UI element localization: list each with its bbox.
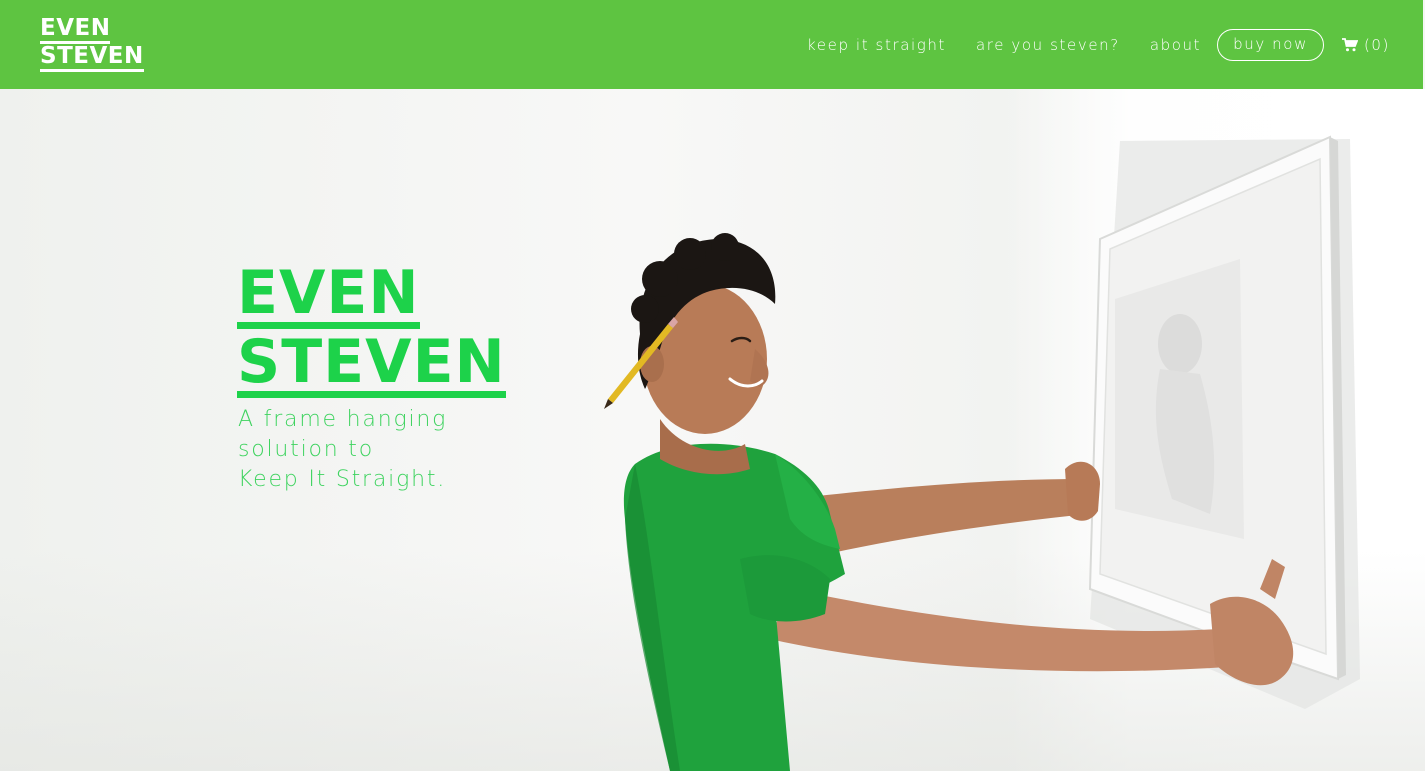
site-logo[interactable]: EVEN STEVEN xyxy=(40,16,144,72)
logo-line-steven: STEVEN xyxy=(40,44,144,72)
cart-link[interactable]: (0) xyxy=(1341,29,1390,61)
tagline-line-1: A frame hanging xyxy=(238,407,448,432)
logo-line-even: EVEN xyxy=(40,16,111,44)
nav-link-keep-it-straight[interactable]: keep it straight xyxy=(807,29,946,61)
nav-link-are-you-steven[interactable]: are you steven? xyxy=(976,29,1120,61)
top-navigation-bar: EVEN STEVEN keep it straight are you ste… xyxy=(0,0,1423,89)
tagline-line-3: Keep It Straight. xyxy=(238,467,447,492)
hero-tagline: A frame hanging solution to Keep It Stra… xyxy=(238,405,447,495)
shopping-cart-icon xyxy=(1341,38,1358,52)
hero-image-man-hanging-frame xyxy=(604,135,1360,771)
main-nav: keep it straight are you steven? about b… xyxy=(777,29,1390,61)
nav-link-about[interactable]: about xyxy=(1150,29,1201,61)
hero-title-steven: STEVEN xyxy=(237,327,506,398)
hero-title: EVEN STEVEN xyxy=(237,258,506,398)
cart-count: (0) xyxy=(1363,36,1390,54)
buy-now-button[interactable]: buy now xyxy=(1217,29,1324,61)
tagline-line-2: solution to xyxy=(238,437,374,462)
hero-title-even: EVEN xyxy=(237,258,420,329)
hero-section: EVEN STEVEN A frame hanging solution to … xyxy=(0,89,1425,771)
